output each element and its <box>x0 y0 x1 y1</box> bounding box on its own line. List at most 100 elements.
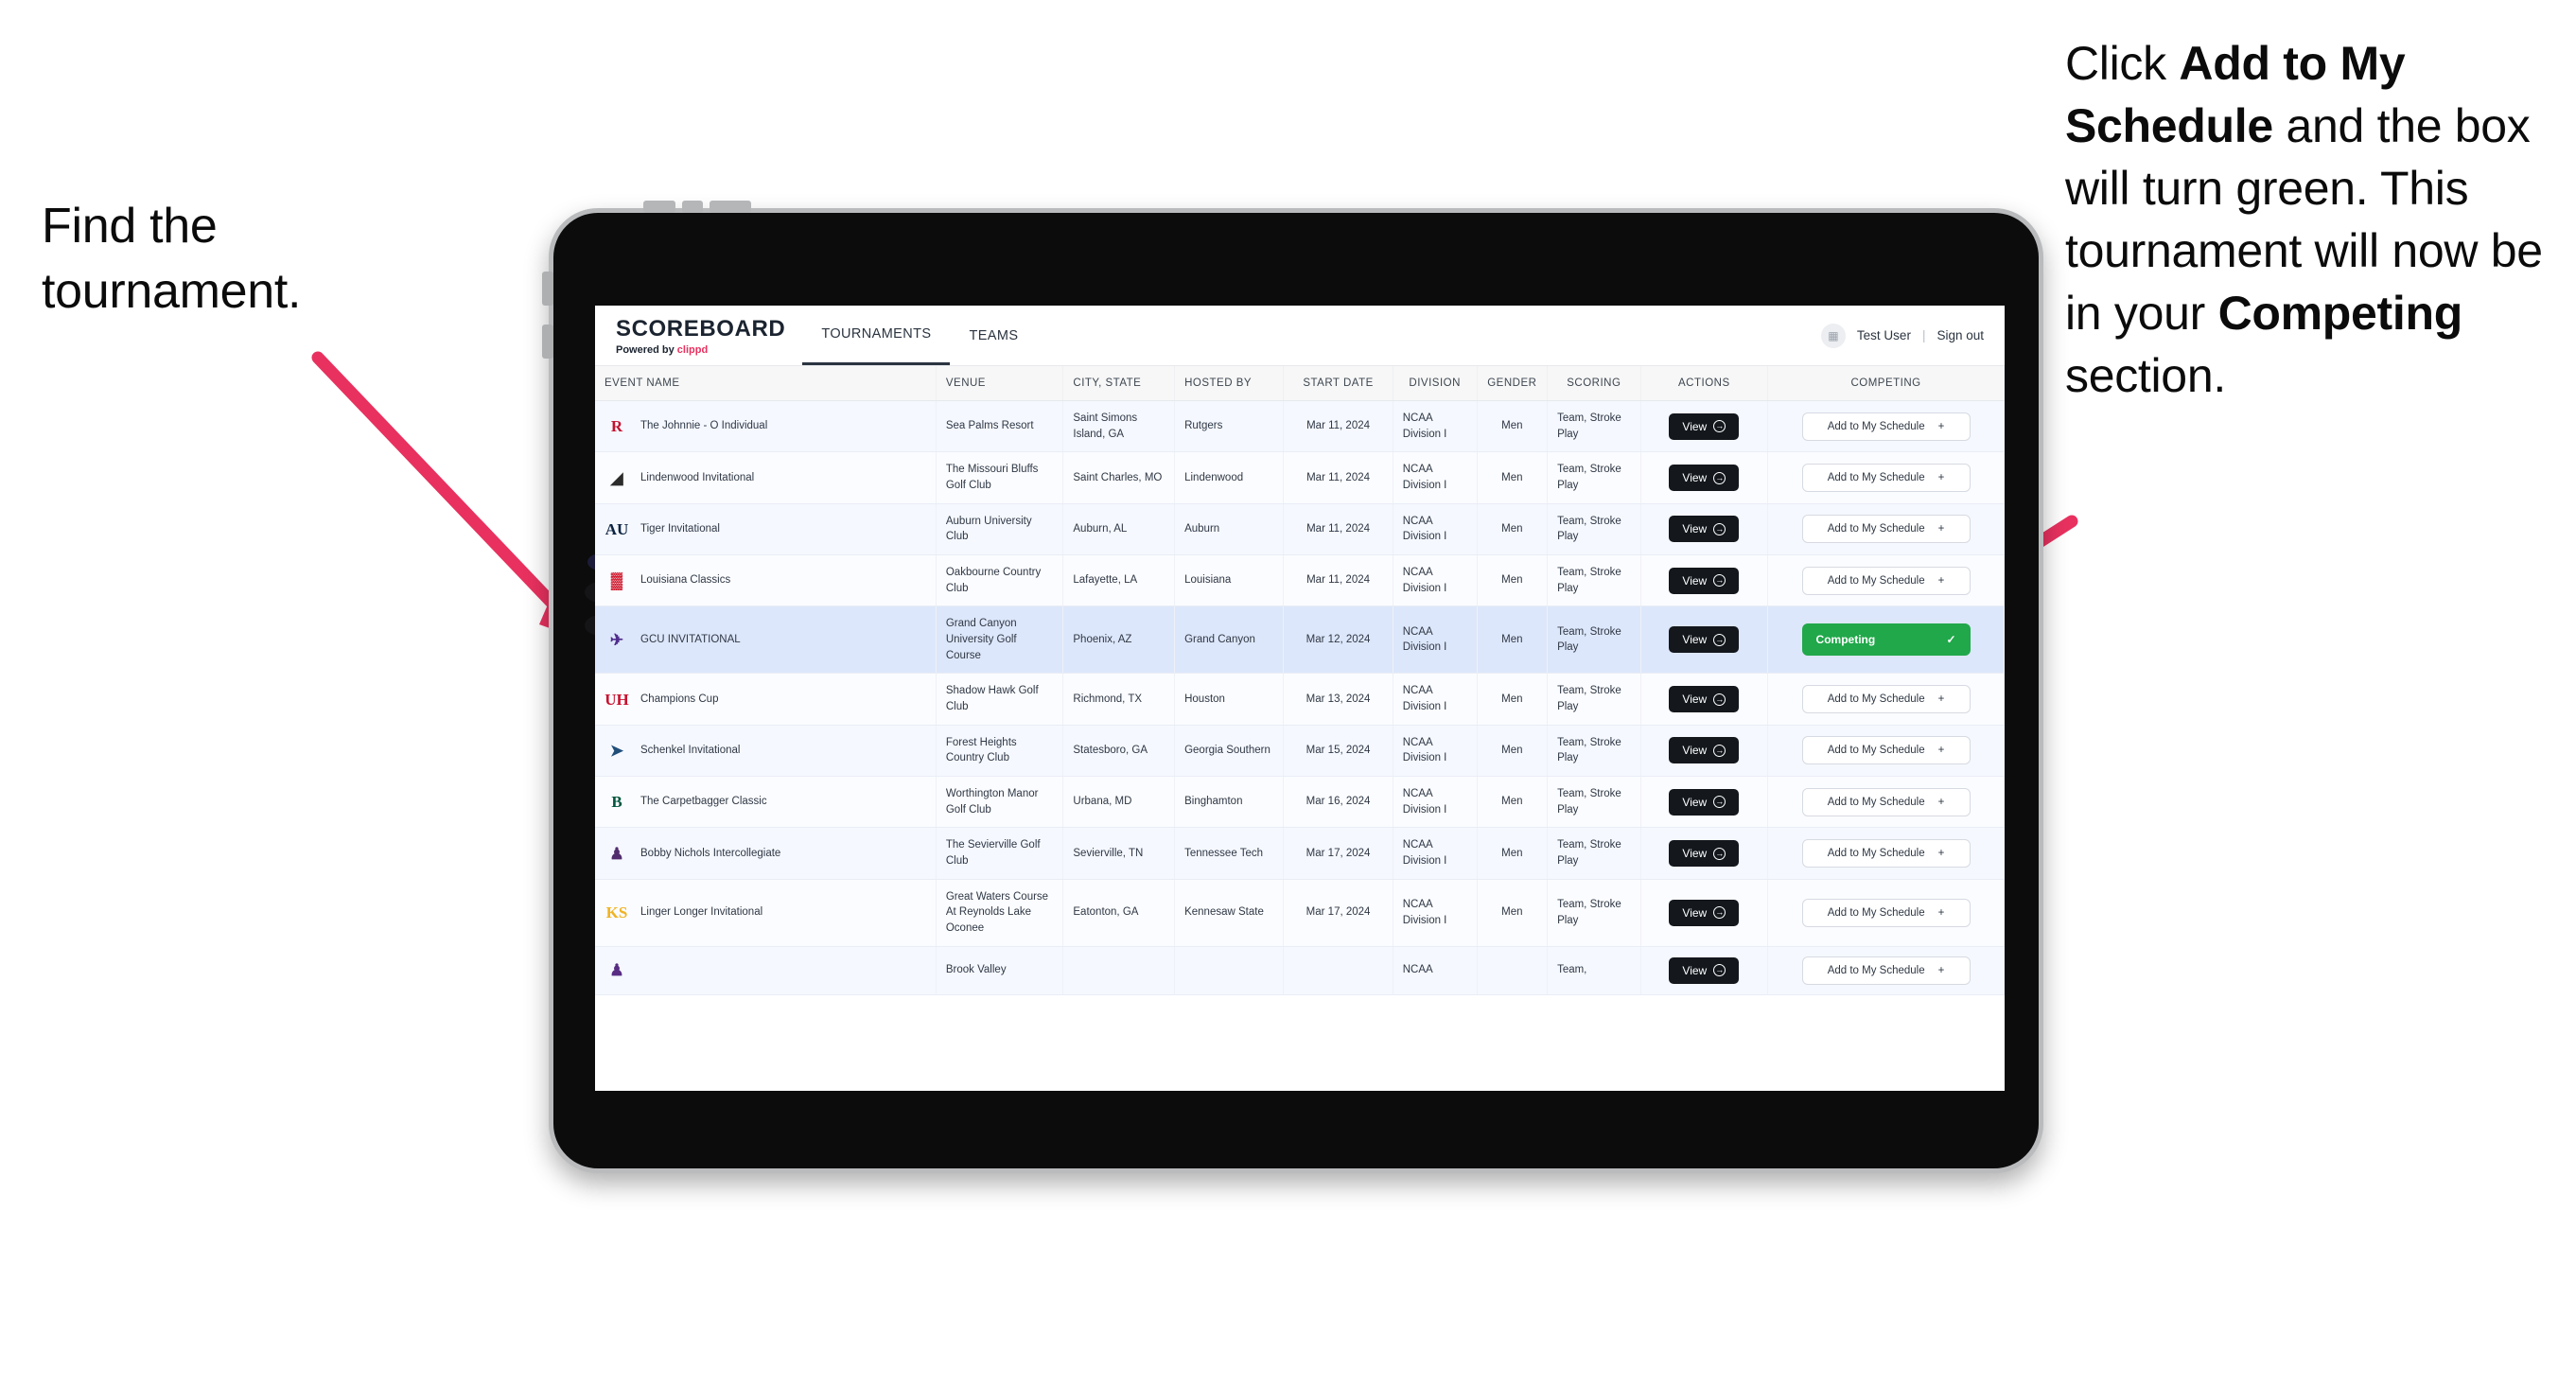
arrow-right-circle-icon: → <box>1713 522 1726 535</box>
view-button[interactable]: View → <box>1669 516 1740 543</box>
table-row[interactable]: ♟ Bobby Nichols Intercollegiate The Sevier… <box>595 827 2005 880</box>
view-button[interactable]: View → <box>1669 686 1740 713</box>
cell-city-state: Phoenix, AZ <box>1062 605 1176 675</box>
cell-gender: Men <box>1477 400 1549 453</box>
tablet-button-top-3[interactable] <box>710 201 751 213</box>
brand-logo[interactable]: SCOREBOARD Powered by clippd <box>595 306 802 365</box>
view-button[interactable]: View → <box>1669 412 1740 440</box>
add-to-my-schedule-label: Add to My Schedule <box>1827 796 1925 808</box>
table-row[interactable]: ➤ Schenkel Invitational Forest Heights Cou… <box>595 725 2005 778</box>
view-button[interactable]: View → <box>1669 567 1740 594</box>
competing-button[interactable]: Competing ✓ <box>1801 623 1971 657</box>
add-to-my-schedule-button[interactable]: Add to My Schedule + <box>1801 515 1971 544</box>
view-button[interactable]: View → <box>1669 465 1740 492</box>
team-logo-icon: B <box>611 793 622 812</box>
cell-scoring: Team, Stroke Play <box>1547 451 1641 504</box>
add-to-my-schedule-label: Add to My Schedule <box>1827 574 1925 587</box>
view-button[interactable]: View → <box>1669 737 1740 764</box>
view-button[interactable]: View → <box>1669 840 1740 868</box>
cell-division: NCAA Division I <box>1393 400 1478 453</box>
view-button[interactable]: View → <box>1669 899 1740 926</box>
tab-teams[interactable]: TEAMS <box>950 306 1037 365</box>
column-header-scoring[interactable]: SCORING <box>1547 366 1641 401</box>
cell-division: NCAA Division I <box>1393 776 1478 829</box>
cell-actions: View → <box>1640 605 1769 675</box>
table-row[interactable]: B The Carpetbagger Classic Worthington Man… <box>595 776 2005 829</box>
add-to-my-schedule-button[interactable]: Add to My Schedule + <box>1801 412 1971 441</box>
cell-division: NCAA Division I <box>1393 554 1478 607</box>
cell-event-name: ♟ <box>595 946 937 995</box>
table-row[interactable]: AU Tiger Invitational Auburn University Cl… <box>595 503 2005 556</box>
column-header-division[interactable]: DIVISION <box>1393 366 1478 401</box>
tablet-button-top-2[interactable] <box>682 201 703 213</box>
user-avatar-icon[interactable]: ▦ <box>1820 323 1846 348</box>
event-name-label: Bobby Nichols Intercollegiate <box>640 847 781 859</box>
cell-start-date: Mar 16, 2024 <box>1283 776 1393 829</box>
view-button[interactable]: View → <box>1669 788 1740 816</box>
cell-scoring: Team, Stroke Play <box>1547 827 1641 880</box>
tablet-button-side-volume-down[interactable] <box>542 325 553 359</box>
event-name-label: The Carpetbagger Classic <box>640 796 767 808</box>
column-header-actions[interactable]: ACTIONS <box>1640 366 1769 401</box>
table-row[interactable]: KS Linger Longer Invitational Great Waters… <box>595 879 2005 947</box>
column-header-gender[interactable]: GENDER <box>1477 366 1549 401</box>
table-row[interactable]: UH Champions Cup Shadow Hawk Golf Club Rich… <box>595 673 2005 726</box>
cell-city-state: Richmond, TX <box>1062 673 1176 726</box>
tablet-button-side-volume-up[interactable] <box>542 272 553 306</box>
table-row[interactable]: ▓ Louisiana Classics Oakbourne Country Clu… <box>595 554 2005 607</box>
column-header-city-state[interactable]: CITY, STATE <box>1062 366 1176 401</box>
add-to-my-schedule-button[interactable]: Add to My Schedule + <box>1801 736 1971 765</box>
add-to-my-schedule-label: Add to My Schedule <box>1827 964 1925 976</box>
view-button[interactable]: View → <box>1669 956 1740 984</box>
table-row[interactable]: ♟ Brook Valley NCAA Team, View → Add to My Sch… <box>595 946 2005 995</box>
cell-city-state: Sevierville, TN <box>1062 827 1176 880</box>
cell-hosted-by: Grand Canyon <box>1174 605 1285 675</box>
cell-scoring: Team, Stroke Play <box>1547 776 1641 829</box>
view-button-label: View <box>1682 471 1708 485</box>
add-to-my-schedule-button[interactable]: Add to My Schedule + <box>1801 839 1971 868</box>
cell-scoring: Team, Stroke Play <box>1547 879 1641 947</box>
cell-competing: Add to My Schedule + <box>1767 503 2005 556</box>
view-button[interactable]: View → <box>1669 626 1740 654</box>
table-row[interactable]: ✈ GCU INVITATIONAL Grand Canyon University… <box>595 605 2005 675</box>
table-scrollbar[interactable] <box>1999 366 2005 1091</box>
check-icon: ✓ <box>1946 633 1956 647</box>
table-row[interactable]: R The Johnnie - O Individual Sea Palms Res… <box>595 400 2005 453</box>
cell-hosted-by: Lindenwood <box>1174 451 1285 504</box>
tournaments-table-scroll[interactable]: EVENT NAME VENUE CITY, STATE HOSTED BY START… <box>595 366 2005 1091</box>
column-header-hosted-by[interactable]: HOSTED BY <box>1174 366 1285 401</box>
cell-scoring: Team, <box>1547 946 1641 995</box>
tab-tournaments[interactable]: TOURNAMENTS <box>802 306 951 365</box>
cell-start-date: Mar 17, 2024 <box>1283 879 1393 947</box>
view-button-label: View <box>1682 744 1708 758</box>
cell-scoring: Team, Stroke Play <box>1547 554 1641 607</box>
cell-actions: View → <box>1640 879 1769 947</box>
add-to-my-schedule-button[interactable]: Add to My Schedule + <box>1801 685 1971 714</box>
cell-start-date: Mar 17, 2024 <box>1283 827 1393 880</box>
table-row[interactable]: ◢ Lindenwood Invitational The Missouri Blu… <box>595 451 2005 504</box>
column-header-venue[interactable]: VENUE <box>936 366 1064 401</box>
cell-venue: Forest Heights Country Club <box>936 725 1064 778</box>
add-to-my-schedule-label: Add to My Schedule <box>1827 472 1925 484</box>
cell-event-name: R The Johnnie - O Individual <box>595 400 937 453</box>
view-button-label: View <box>1682 573 1708 588</box>
add-to-my-schedule-button[interactable]: Add to My Schedule + <box>1801 464 1971 493</box>
add-to-my-schedule-button[interactable]: Add to My Schedule + <box>1801 787 1971 816</box>
cell-gender: Men <box>1477 827 1549 880</box>
add-to-my-schedule-button[interactable]: Add to My Schedule + <box>1801 956 1971 985</box>
plus-icon: + <box>1937 906 1945 919</box>
cell-actions: View → <box>1640 400 1769 453</box>
cell-gender: Men <box>1477 879 1549 947</box>
add-to-my-schedule-button[interactable]: Add to My Schedule + <box>1801 898 1971 927</box>
sign-out-link[interactable]: Sign out <box>1936 328 1984 342</box>
event-name-label: Tiger Invitational <box>640 523 720 535</box>
column-header-start-date[interactable]: START DATE <box>1283 366 1393 401</box>
arrow-right-circle-icon: → <box>1713 633 1726 646</box>
cell-hosted-by: Kennesaw State <box>1174 879 1285 947</box>
cell-event-name: ♟ Bobby Nichols Intercollegiate <box>595 827 937 880</box>
column-header-event-name[interactable]: EVENT NAME <box>595 366 937 401</box>
tablet-button-top-1[interactable] <box>643 201 675 213</box>
add-to-my-schedule-button[interactable]: Add to My Schedule + <box>1801 566 1971 595</box>
cell-city-state: Saint Simons Island, GA <box>1062 400 1176 453</box>
column-header-competing[interactable]: COMPETING <box>1767 366 2005 401</box>
